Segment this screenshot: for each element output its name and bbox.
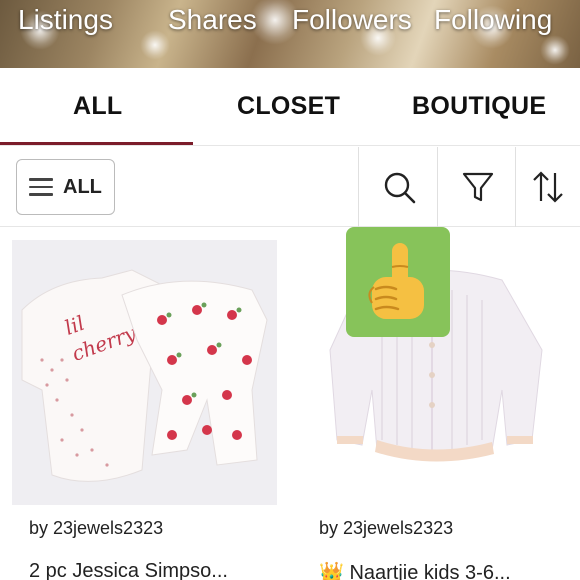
listing-title[interactable]: 2 pc Jessica Simpso... xyxy=(29,560,269,580)
stat-followers[interactable]: Followers xyxy=(292,4,412,36)
sort-icon[interactable] xyxy=(530,169,566,205)
stat-following[interactable]: Following xyxy=(434,4,552,36)
listing-title[interactable]: 👑 Naartjie kids 3-6... xyxy=(319,560,559,580)
listing-photo[interactable]: lil cherry xyxy=(12,240,277,505)
search-icon[interactable] xyxy=(381,169,417,205)
pointing-finger-overlay xyxy=(346,227,450,337)
tab-closet[interactable]: CLOSET xyxy=(237,92,340,121)
divider xyxy=(358,147,359,227)
menu-icon xyxy=(29,178,53,196)
category-all-button[interactable]: ALL xyxy=(16,159,115,215)
stat-shares[interactable]: Shares xyxy=(168,4,257,36)
filter-bar: ALL xyxy=(0,147,580,227)
listing-card[interactable]: lil cherry by 23jewels2323 2 pc Jessica … xyxy=(12,240,277,580)
listing-seller[interactable]: by 23jewels2323 xyxy=(29,518,163,539)
divider xyxy=(515,147,516,227)
tab-all[interactable]: ALL xyxy=(73,92,123,121)
profile-stats: Listings Shares Followers Following xyxy=(0,4,580,44)
pointing-finger-icon xyxy=(368,243,424,319)
filter-icon[interactable] xyxy=(460,169,496,205)
profile-banner: Listings Shares Followers Following xyxy=(0,0,580,68)
category-all-label: ALL xyxy=(63,176,102,198)
tab-boutique[interactable]: BOUTIQUE xyxy=(412,92,546,121)
closet-tabs: ALL CLOSET BOUTIQUE xyxy=(0,68,580,146)
stat-listings[interactable]: Listings xyxy=(18,4,113,36)
active-tab-indicator xyxy=(0,142,193,145)
divider xyxy=(437,147,438,227)
listing-seller[interactable]: by 23jewels2323 xyxy=(319,518,453,539)
